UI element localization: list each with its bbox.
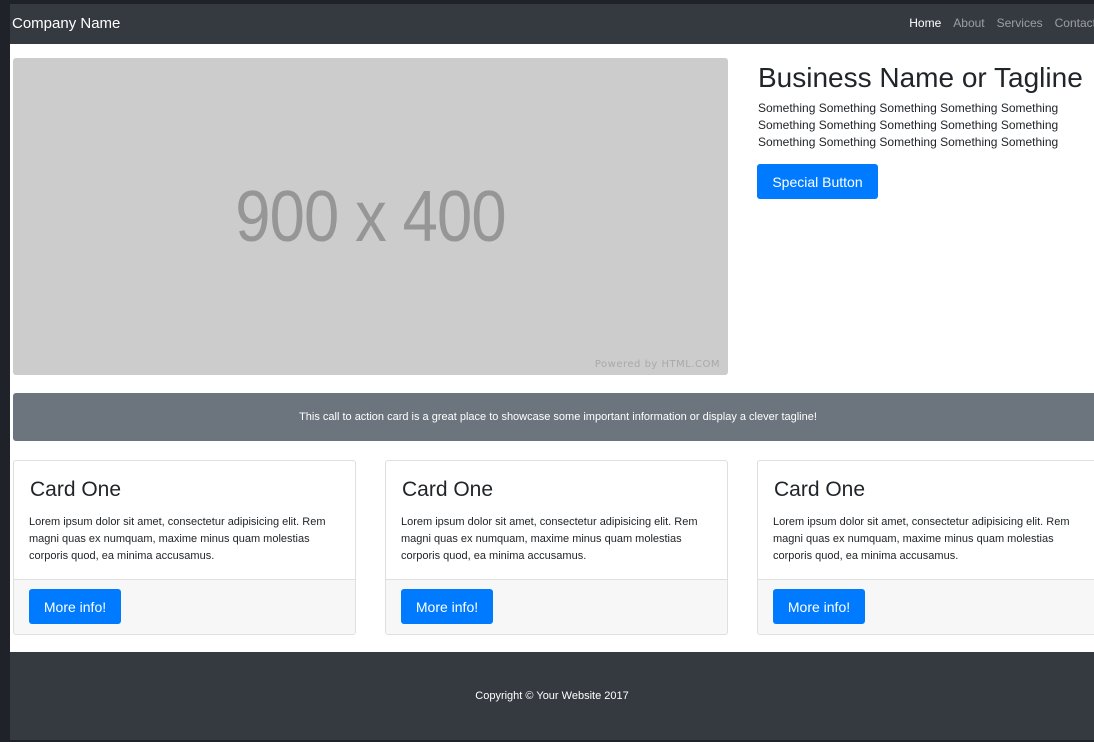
more-info-button[interactable]: More info!	[401, 589, 493, 624]
nav-links: Home About Services Contact	[909, 16, 1094, 30]
card-title: Card One	[30, 478, 122, 501]
card-footer: More info!	[386, 579, 727, 634]
placeholder-size-text: 900 x 400	[235, 177, 506, 257]
brand-link[interactable]: Company Name	[12, 15, 120, 32]
card-3: Card One Lorem ipsum dolor sit amet, con…	[757, 460, 1094, 635]
card-text: Lorem ipsum dolor sit amet, consectetur …	[401, 516, 698, 562]
card-title: Card One	[774, 478, 866, 501]
nav-link-services[interactable]: Services	[997, 16, 1043, 30]
card-text: Lorem ipsum dolor sit amet, consectetur …	[773, 516, 1070, 562]
footer: Copyright © Your Website 2017	[10, 652, 1094, 740]
special-button[interactable]: Special Button	[757, 164, 878, 199]
card-title: Card One	[402, 478, 494, 501]
placeholder-credit: Powered by HTML.COM	[594, 359, 720, 370]
card-footer: More info!	[758, 579, 1094, 634]
nav-link-about[interactable]: About	[953, 16, 984, 30]
card-footer: More info!	[14, 579, 355, 634]
hero-description: Something Something Something Something …	[758, 101, 1059, 149]
navbar: Company Name Home About Services Contact	[10, 4, 1094, 44]
card-1: Card One Lorem ipsum dolor sit amet, con…	[13, 460, 356, 635]
copyright-text: Copyright © Your Website 2017	[475, 690, 629, 702]
call-to-action-card: This call to action card is a great plac…	[13, 393, 1094, 441]
more-info-button[interactable]: More info!	[773, 589, 865, 624]
card-2: Card One Lorem ipsum dolor sit amet, con…	[385, 460, 728, 635]
page: Company Name Home About Services Contact…	[10, 4, 1094, 740]
hero-placeholder-image: 900 x 400 Powered by HTML.COM	[13, 58, 728, 375]
hero-tagline: Business Name or Tagline	[758, 62, 1083, 93]
card-text: Lorem ipsum dolor sit amet, consectetur …	[29, 516, 326, 562]
more-info-button[interactable]: More info!	[29, 589, 121, 624]
nav-link-contact[interactable]: Contact	[1055, 16, 1094, 30]
nav-link-home[interactable]: Home	[909, 16, 941, 30]
cta-text: This call to action card is a great plac…	[299, 411, 817, 423]
